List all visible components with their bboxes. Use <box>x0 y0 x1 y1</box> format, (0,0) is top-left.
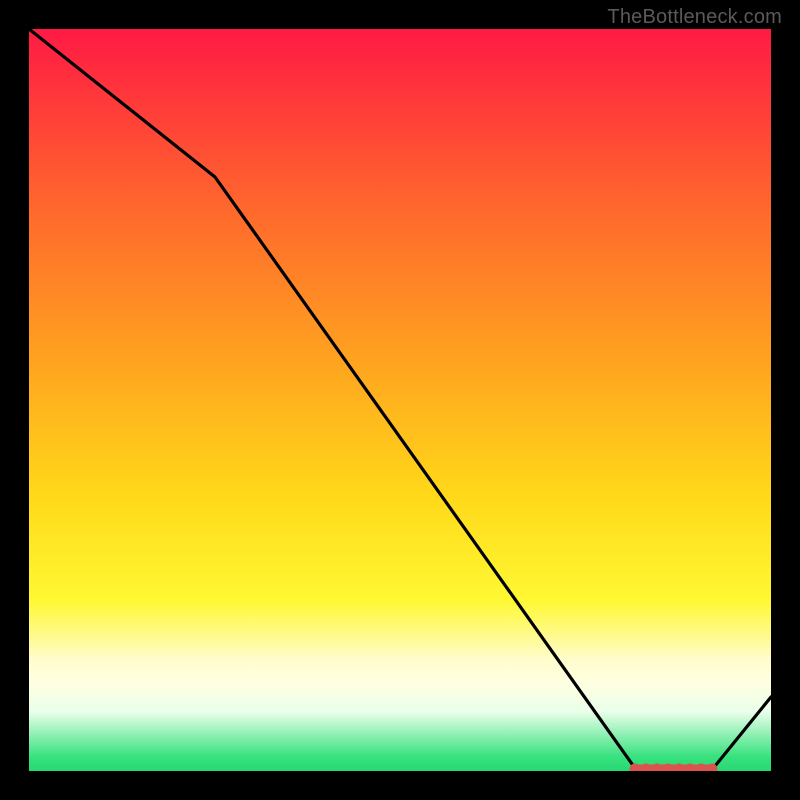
plot-area <box>29 29 771 771</box>
chart-frame: TheBottleneck.com <box>0 0 800 800</box>
chart-svg <box>29 29 771 771</box>
series-curve <box>29 29 771 771</box>
marker-band <box>630 764 717 771</box>
attribution-text: TheBottleneck.com <box>607 6 782 29</box>
